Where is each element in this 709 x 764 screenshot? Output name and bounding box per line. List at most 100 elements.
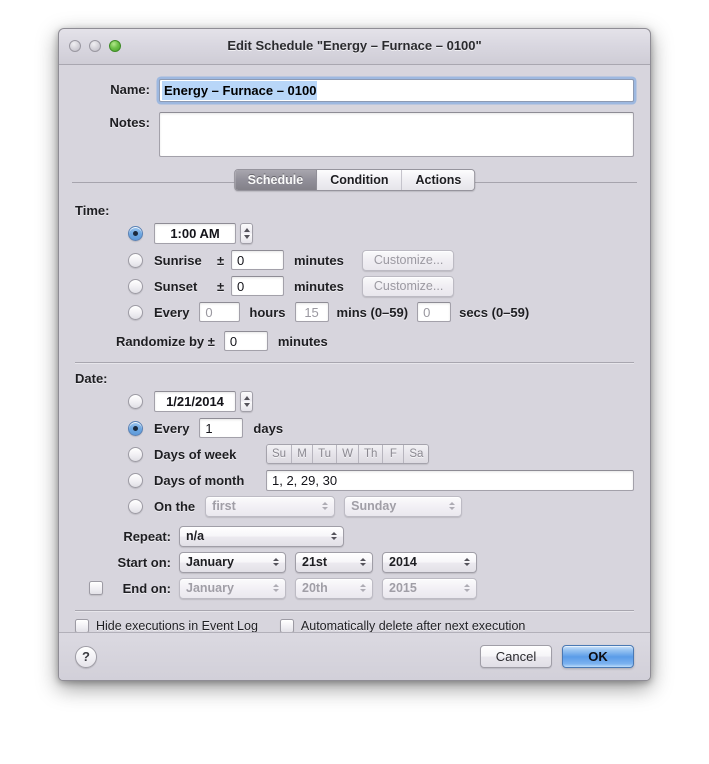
repeat-popup[interactable]: n/a — [179, 525, 344, 547]
name-row: Name: Energy – Furnace – 0100 — [75, 79, 634, 102]
sunset-plusminus: ± — [217, 278, 225, 294]
notes-row: Notes: — [75, 112, 634, 157]
dialog-button-bar: ? Cancel OK — [59, 632, 650, 680]
sunrise-label: Sunrise — [154, 252, 202, 268]
on-the-weekday-popup[interactable]: Sunday — [344, 495, 463, 517]
end-on-month-popup[interactable]: January — [179, 577, 286, 599]
radio-days-of-month[interactable] — [128, 472, 143, 488]
radio-days-of-week[interactable] — [128, 446, 143, 462]
every-interval-label: Every — [154, 304, 190, 320]
chevron-updown-icon — [322, 502, 329, 510]
day-toggle-sa[interactable]: Sa — [404, 445, 429, 463]
sunset-label: Sunset — [154, 278, 198, 294]
window-titlebar[interactable]: Edit Schedule "Energy – Furnace – 0100" — [59, 29, 650, 65]
end-on-year-popup[interactable]: 2015 — [382, 577, 477, 599]
every-hours-input[interactable]: 0 — [199, 302, 241, 322]
ok-button[interactable]: OK — [562, 645, 634, 668]
radio-specific-date[interactable] — [128, 394, 143, 409]
hide-executions-option[interactable]: Hide executions in Event Log — [75, 619, 258, 633]
radio-sunset[interactable] — [128, 278, 143, 294]
day-toggle-tu[interactable]: Tu — [313, 445, 338, 463]
time-section-label: Time: — [75, 203, 110, 218]
every-interval-row: Every 0 hours 15 mins (0–59) 0 secs (0–5… — [75, 299, 634, 325]
tab-actions[interactable]: Actions — [402, 170, 475, 190]
auto-delete-checkbox[interactable] — [279, 619, 294, 633]
on-the-ordinal-value: first — [212, 499, 236, 513]
start-on-day-value: 21st — [302, 555, 328, 569]
randomize-unit-label: minutes — [277, 333, 328, 349]
every-days-label: Every — [154, 420, 190, 436]
radio-every-days[interactable] — [128, 420, 143, 436]
time-date-divider — [75, 362, 634, 364]
radio-sunrise[interactable] — [128, 252, 143, 268]
name-input-value: Energy – Furnace – 0100 — [162, 81, 318, 100]
day-toggle-f[interactable]: F — [383, 445, 405, 463]
start-on-row: Start on: January 21st 2014 — [75, 549, 634, 575]
name-input[interactable]: Energy – Furnace – 0100 — [159, 79, 634, 102]
start-on-label: Start on: — [117, 554, 171, 570]
randomize-label: Randomize by ± — [116, 333, 215, 349]
hide-executions-label: Hide executions in Event Log — [96, 619, 258, 633]
sunset-offset-input[interactable]: 0 — [231, 276, 284, 296]
sunset-unit-label: minutes — [294, 278, 344, 294]
on-the-ordinal-popup[interactable]: first — [205, 495, 336, 517]
radio-time-of-day[interactable] — [128, 226, 143, 241]
days-of-month-input[interactable]: 1, 2, 29, 30 — [266, 469, 634, 491]
notes-input[interactable] — [159, 112, 634, 157]
randomize-input[interactable]: 0 — [223, 331, 268, 351]
auto-delete-option[interactable]: Automatically delete after next executio… — [279, 619, 525, 633]
sunset-customize-button[interactable]: Customize... — [361, 275, 454, 297]
every-days-row: Every 1 days — [75, 415, 634, 441]
specific-date-input[interactable]: 1/21/2014 — [154, 391, 236, 412]
day-toggle-th[interactable]: Th — [358, 445, 384, 463]
hide-executions-checkbox[interactable] — [75, 619, 89, 633]
on-the-weekday-value: Sunday — [351, 499, 397, 513]
every-hours-unit-label: hours — [249, 304, 286, 320]
tab-schedule[interactable]: Schedule — [234, 170, 318, 190]
sunrise-offset-input[interactable]: 0 — [231, 250, 284, 270]
end-on-day-popup[interactable]: 20th — [295, 577, 373, 599]
chevron-updown-icon — [449, 502, 456, 510]
days-of-week-label: Days of week — [154, 446, 237, 462]
day-toggle-m[interactable]: M — [292, 445, 314, 463]
start-on-year-value: 2014 — [389, 555, 417, 569]
end-on-checkbox[interactable] — [89, 581, 103, 595]
end-on-month-value: January — [186, 581, 234, 595]
schedule-panel: Time: 1:00 AM Sunrise ± 0 minutes Custom… — [59, 197, 650, 612]
every-days-input[interactable]: 1 — [199, 418, 244, 438]
repeat-value: n/a — [186, 529, 205, 543]
sunrise-row: Sunrise ± 0 minutes Customize... — [75, 247, 634, 273]
radio-every-interval[interactable] — [128, 304, 143, 320]
edit-schedule-window: Edit Schedule "Energy – Furnace – 0100" … — [58, 28, 651, 681]
days-of-week-row: Days of week Su M Tu W Th F Sa — [75, 441, 634, 467]
day-toggle-su[interactable]: Su — [267, 445, 293, 463]
every-mins-input[interactable]: 15 — [294, 302, 329, 322]
date-section-label: Date: — [75, 371, 108, 386]
days-of-week-segmented-control[interactable]: Su M Tu W Th F Sa — [266, 444, 430, 464]
time-of-day-input[interactable]: 1:00 AM — [154, 223, 236, 244]
start-on-year-popup[interactable]: 2014 — [382, 551, 477, 573]
chevron-updown-icon — [331, 532, 337, 540]
start-on-month-popup[interactable]: January — [179, 551, 286, 573]
time-of-day-stepper[interactable] — [240, 223, 253, 244]
days-of-month-label: Days of month — [154, 472, 245, 488]
every-secs-input[interactable]: 0 — [417, 302, 452, 322]
tab-bar: Schedule Condition Actions — [59, 167, 650, 197]
header-fields: Name: Energy – Furnace – 0100 Notes: — [59, 65, 650, 157]
end-on-year-value: 2015 — [389, 581, 417, 595]
repeat-label: Repeat: — [123, 528, 171, 544]
end-on-row: End on: January 20th 2015 — [75, 575, 634, 601]
days-of-month-row: Days of month 1, 2, 29, 30 — [75, 467, 634, 493]
tab-condition[interactable]: Condition — [317, 170, 403, 190]
specific-date-stepper[interactable] — [240, 391, 253, 412]
day-toggle-w[interactable]: W — [337, 445, 359, 463]
help-button[interactable]: ? — [75, 645, 97, 668]
name-label: Name: — [110, 82, 150, 97]
start-on-day-popup[interactable]: 21st — [295, 551, 373, 573]
radio-on-the[interactable] — [128, 498, 143, 514]
every-secs-unit-label: secs (0–59) — [459, 304, 530, 320]
on-the-row: On the first Sunday — [75, 493, 634, 519]
chevron-updown-icon — [273, 584, 279, 592]
sunrise-customize-button[interactable]: Customize... — [361, 249, 454, 271]
cancel-button[interactable]: Cancel — [480, 645, 552, 668]
